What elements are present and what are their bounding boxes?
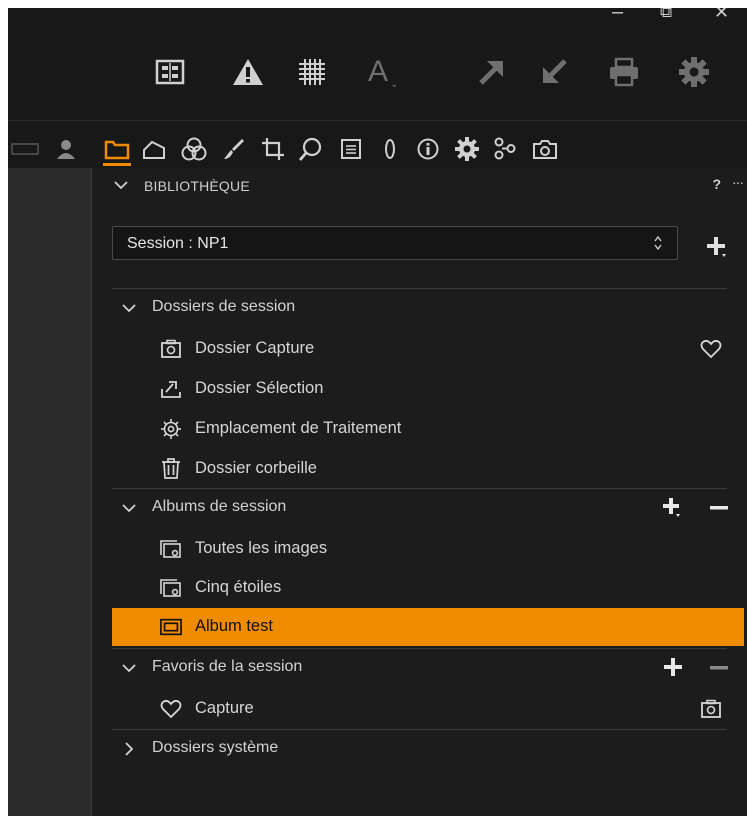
text-annotation-icon[interactable]: A ⌄ bbox=[364, 52, 404, 92]
camera-icon[interactable] bbox=[529, 132, 561, 166]
close-button[interactable]: ✕ bbox=[714, 8, 729, 22]
list-item-album-test[interactable]: Album test bbox=[112, 608, 744, 646]
settings-icon[interactable] bbox=[674, 52, 714, 92]
arrow-down-left-icon[interactable] bbox=[534, 52, 574, 92]
toolbar-divider bbox=[8, 120, 747, 121]
grid-icon[interactable] bbox=[150, 52, 190, 92]
trash-icon bbox=[160, 458, 182, 480]
tool-tabs bbox=[8, 132, 747, 168]
session-select-value: Session : NP1 bbox=[127, 235, 229, 252]
help-button[interactable]: ? bbox=[712, 176, 721, 192]
section-label: Albums de session bbox=[152, 498, 287, 515]
remove-favorite-button[interactable] bbox=[706, 655, 732, 681]
chevron-down-icon[interactable] bbox=[122, 663, 136, 673]
list-item-five-stars[interactable]: Cinq étoiles bbox=[112, 569, 744, 605]
section-label: Favoris de la session bbox=[152, 658, 303, 675]
gear-icon[interactable] bbox=[451, 132, 483, 166]
section-system-folders[interactable]: Dossiers système bbox=[92, 730, 747, 768]
list-item-label: Capture bbox=[195, 699, 254, 717]
color-circles-icon[interactable] bbox=[178, 132, 210, 166]
search-icon[interactable] bbox=[295, 132, 327, 166]
crop-icon[interactable] bbox=[257, 132, 289, 166]
panel-header[interactable]: BIBLIOTHÈQUE ? ··· bbox=[92, 172, 747, 200]
focus-mask-icon[interactable] bbox=[292, 52, 332, 92]
metadata-icon[interactable] bbox=[335, 132, 367, 166]
smart-album-icon bbox=[160, 577, 182, 599]
svg-text:A: A bbox=[368, 55, 388, 88]
session-select[interactable]: Session : NP1 bbox=[112, 226, 678, 260]
section-session-favorites[interactable]: Favoris de la session bbox=[92, 649, 747, 687]
adjustments-icon[interactable] bbox=[490, 132, 522, 166]
list-item-label: Dossier Capture bbox=[195, 339, 315, 357]
user-icon[interactable] bbox=[50, 132, 82, 166]
list-item-processing-location[interactable]: Emplacement de Traitement bbox=[112, 410, 744, 446]
list-item-label: Dossier Sélection bbox=[195, 379, 324, 397]
selection-folder-icon bbox=[160, 378, 182, 400]
add-album-button[interactable] bbox=[660, 495, 686, 521]
list-item-label: Dossier corbeille bbox=[195, 459, 317, 477]
chevron-down-icon[interactable] bbox=[114, 180, 128, 190]
tab-overflow[interactable] bbox=[8, 132, 44, 166]
list-item-label: Album test bbox=[195, 617, 273, 635]
lens-icon[interactable] bbox=[374, 132, 406, 166]
add-favorite-button[interactable] bbox=[660, 655, 686, 681]
list-item-label: Toutes les images bbox=[195, 539, 328, 557]
chevron-down-icon[interactable] bbox=[122, 503, 136, 513]
restore-button[interactable]: ⧉ bbox=[660, 8, 672, 22]
arrow-up-right-icon[interactable] bbox=[472, 52, 512, 92]
smart-album-icon bbox=[160, 538, 182, 560]
section-session-folders[interactable]: Dossiers de session bbox=[92, 289, 747, 327]
capture-icon[interactable] bbox=[139, 132, 171, 166]
capture-folder-icon bbox=[160, 338, 182, 360]
processing-gear-icon bbox=[160, 418, 182, 440]
add-session-button[interactable] bbox=[704, 234, 732, 262]
list-item-favorite-capture[interactable]: Capture bbox=[112, 690, 744, 726]
list-item-selection-folder[interactable]: Dossier Sélection bbox=[112, 370, 744, 406]
panel-title: BIBLIOTHÈQUE bbox=[144, 178, 250, 194]
library-panel: BIBLIOTHÈQUE ? ··· Session : NP1 Dossier… bbox=[92, 168, 747, 816]
section-label: Dossiers système bbox=[152, 739, 279, 756]
capture-one-window: – ⧉ ✕ A ⌄ BIBLIOTHÈQUE ? ··· Session: N… bbox=[8, 8, 747, 816]
remove-album-button[interactable] bbox=[706, 495, 732, 521]
list-item-label: Emplacement de Traitement bbox=[195, 419, 402, 437]
list-item-trash-folder[interactable]: Dossier corbeille bbox=[112, 450, 744, 486]
brush-icon[interactable] bbox=[218, 132, 250, 166]
list-item-label: Cinq étoiles bbox=[195, 578, 282, 596]
updown-arrows-icon bbox=[654, 235, 662, 251]
svg-text:⌄: ⌄ bbox=[390, 79, 398, 89]
album-icon bbox=[160, 616, 182, 638]
library-folder-icon[interactable] bbox=[101, 132, 133, 166]
list-item-all-images[interactable]: Toutes les images bbox=[112, 530, 744, 566]
minimize-button[interactable]: – bbox=[612, 8, 623, 22]
warning-icon[interactable] bbox=[228, 52, 268, 92]
heart-icon bbox=[160, 698, 182, 720]
list-item-capture-folder[interactable]: Dossier Capture bbox=[112, 330, 744, 366]
section-session-albums[interactable]: Albums de session bbox=[92, 489, 747, 527]
heart-icon[interactable] bbox=[698, 336, 724, 362]
camera-icon[interactable] bbox=[698, 696, 724, 722]
info-icon[interactable] bbox=[412, 132, 444, 166]
chevron-down-icon[interactable] bbox=[122, 303, 136, 313]
print-icon[interactable] bbox=[604, 52, 644, 92]
chevron-right-icon[interactable] bbox=[124, 742, 134, 756]
section-label: Dossiers de session bbox=[152, 298, 296, 315]
more-options-button[interactable]: ··· bbox=[732, 174, 744, 190]
viewer-strip bbox=[8, 168, 92, 816]
